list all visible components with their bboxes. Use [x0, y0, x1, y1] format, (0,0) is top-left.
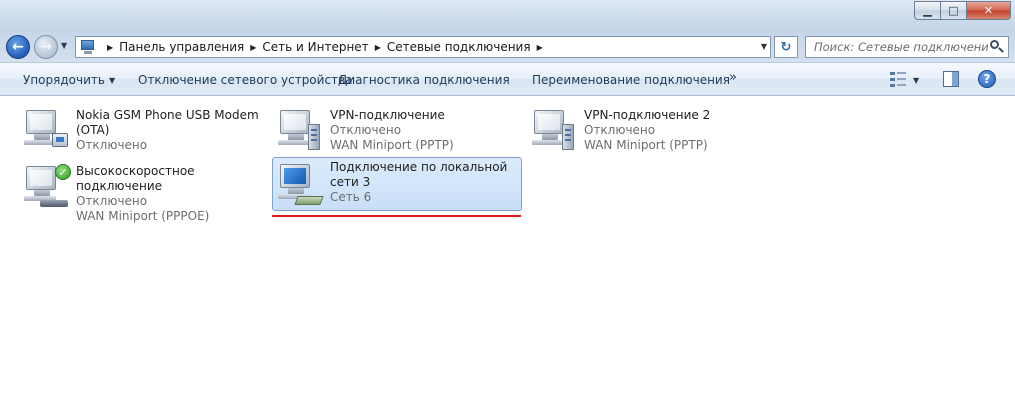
connection-status: Отключено	[76, 194, 148, 208]
connection-status: Отключено	[76, 138, 148, 152]
connection-status: Сеть 6	[330, 190, 372, 204]
organize-button[interactable]: Упорядочить ▼	[23, 73, 115, 87]
connection-status: Отключено	[584, 123, 656, 137]
forward-button[interactable]: →	[34, 35, 58, 59]
search-box[interactable]	[805, 36, 1009, 58]
breadcrumb-control-panel[interactable]: Панель управления	[119, 40, 244, 54]
connected-check-icon: ✓	[55, 164, 71, 180]
connection-name: VPN-подключение	[330, 108, 445, 122]
search-input[interactable]	[814, 40, 988, 54]
breadcrumb-network-connections[interactable]: Сетевые подключения	[387, 40, 531, 54]
preview-pane-icon[interactable]	[943, 71, 959, 87]
address-dropdown-icon[interactable]: ▼	[761, 42, 767, 51]
phone-modem-icon	[22, 108, 72, 154]
connection-device: WAN Miniport (PPTP)	[330, 138, 454, 152]
help-icon[interactable]: ?	[978, 70, 996, 88]
disable-device-button[interactable]: Отключение сетевого устройства	[138, 73, 352, 87]
command-bar: Упорядочить ▼ Отключение сетевого устройс…	[0, 62, 1015, 96]
connections-view: Nokia GSM Phone USB Modem (OTA) Отключен…	[0, 97, 1015, 417]
breadcrumb-separator-icon[interactable]: ▶	[375, 43, 381, 52]
breadcrumb-separator-icon[interactable]: ▶	[537, 43, 543, 52]
maximize-button[interactable]: □	[941, 1, 967, 20]
more-commands-icon[interactable]: »	[729, 70, 737, 85]
connection-status: Отключено	[330, 123, 402, 137]
back-button[interactable]: ←	[6, 35, 30, 59]
navigation-bar: ← → ▼ ▶ Панель управления ▶ Сеть и Интер…	[0, 30, 1015, 62]
rename-button[interactable]: Переименование подключения	[532, 73, 730, 87]
close-button[interactable]: ✕	[967, 1, 1011, 20]
title-bar: ▁ □ ✕	[0, 0, 1015, 30]
window-controls: ▁ □ ✕	[914, 1, 1011, 20]
connection-name: VPN-подключение 2	[584, 108, 711, 122]
chevron-down-icon: ▼	[108, 76, 116, 85]
organize-label: Упорядочить	[23, 73, 105, 87]
connection-item-lan-3[interactable]: Подключение по локальной сети 3 Сеть 6	[272, 157, 522, 211]
vpn-icon	[530, 108, 580, 154]
refresh-button[interactable]: ↻	[774, 36, 798, 58]
breadcrumb-separator-icon[interactable]: ▶	[107, 43, 113, 52]
search-icon[interactable]	[988, 38, 1006, 56]
connection-item-vpn[interactable]: VPN-подключение Отключено WAN Miniport (…	[272, 103, 522, 161]
vpn-icon	[276, 108, 326, 154]
lan-icon	[276, 162, 326, 208]
connection-item-nokia-modem[interactable]: Nokia GSM Phone USB Modem (OTA) Отключен…	[18, 103, 268, 161]
connection-name: Nokia GSM Phone USB Modem (OTA)	[76, 108, 259, 137]
breadcrumb-network-internet[interactable]: Сеть и Интернет	[262, 40, 368, 54]
minimize-button[interactable]: ▁	[914, 1, 941, 20]
breadcrumb-separator-icon[interactable]: ▶	[250, 43, 256, 52]
connection-name: Подключение по локальной сети 3	[330, 160, 508, 189]
connection-item-vpn-2[interactable]: VPN-подключение 2 Отключено WAN Miniport…	[526, 103, 776, 161]
change-view-icon[interactable]	[890, 72, 906, 87]
address-bar[interactable]: ▶ Панель управления ▶ Сеть и Интернет ▶ …	[75, 36, 771, 58]
control-panel-icon	[79, 39, 97, 55]
broadband-icon: ✓	[22, 164, 72, 210]
connection-device: WAN Miniport (PPPOE)	[76, 209, 210, 223]
connection-item-broadband[interactable]: ✓ Высокоскоростное подключение Отключено…	[18, 159, 268, 223]
diagnose-button[interactable]: Диагностика подключения	[338, 73, 510, 87]
highlight-underline	[272, 215, 521, 217]
connection-name: Высокоскоростное подключение	[76, 164, 195, 193]
view-options-dropdown-icon[interactable]: ▼	[913, 76, 919, 85]
recent-pages-dropdown-icon[interactable]: ▼	[61, 41, 67, 50]
connection-device: WAN Miniport (PPTP)	[584, 138, 708, 152]
